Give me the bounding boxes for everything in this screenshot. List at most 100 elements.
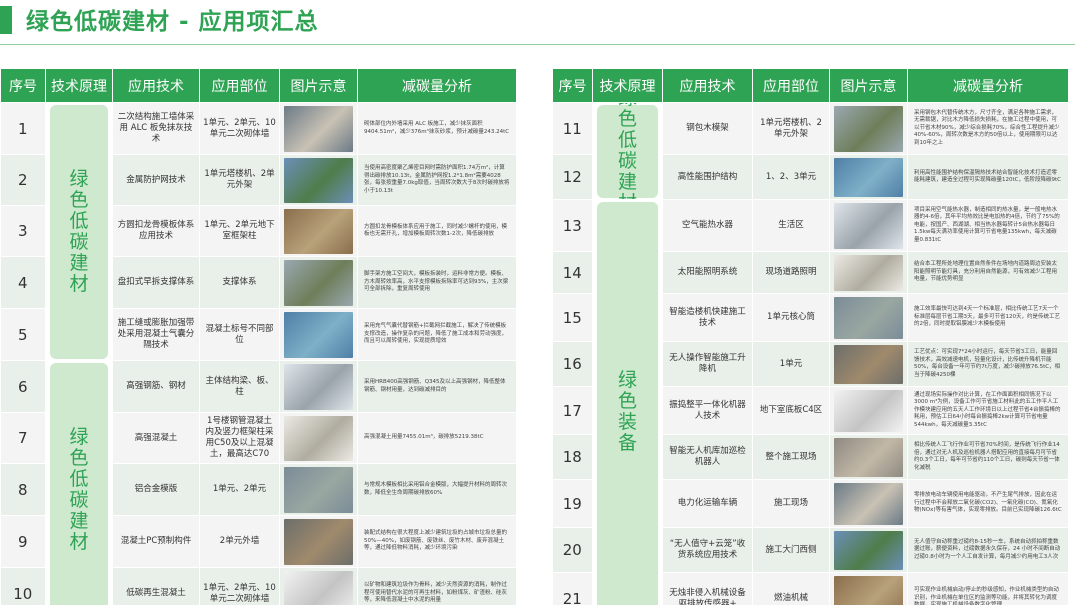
category-block: 绿色低碳建材 <box>50 362 108 605</box>
tech-name: 盘扣式早拆支撑体系 <box>112 256 200 309</box>
photo-cell <box>829 154 908 200</box>
tech-name: 振捣整平一体化机器人技术 <box>662 386 753 435</box>
row-number: 18 <box>552 434 593 480</box>
photo-cell <box>829 479 908 528</box>
photo-cell <box>829 572 908 605</box>
photo-cell <box>279 256 358 309</box>
header-part: 应用部位 <box>752 68 830 103</box>
photo-cell <box>829 251 908 294</box>
site-photo <box>284 415 353 461</box>
row-number: 1 <box>0 102 46 155</box>
header-image: 图片示意 <box>829 68 908 103</box>
site-photo <box>284 157 353 203</box>
row-number: 4 <box>0 256 46 309</box>
site-photo <box>834 105 903 152</box>
site-photo <box>284 363 353 410</box>
site-photo <box>834 575 903 605</box>
site-photo <box>284 518 353 565</box>
table-header-row: 序号 技术原理 应用技术 应用部位 图片示意 减碳量分析 <box>552 68 1069 103</box>
page-title: 绿色低碳建材 - 应用项汇总 <box>26 9 319 35</box>
title-accent-bar <box>0 6 12 34</box>
carbon-analysis: 结合本工程所处地理位置自然条件在场地内道路周边安装太阳能照明节能灯具，充分利用自… <box>907 251 1069 294</box>
photo-cell <box>829 341 908 387</box>
tech-name: 智能造楼机快建施工技术 <box>662 293 753 342</box>
application-part: 1、2、3单元 <box>752 154 830 200</box>
tech-name: 混凝土PC预制构件 <box>112 515 200 568</box>
application-part: 2单元外墙 <box>199 515 280 568</box>
site-photo <box>834 344 903 384</box>
tech-name: 方圆扣龙骨模板体系应用技术 <box>112 205 200 257</box>
tech-name: 高强混凝土 <box>112 412 200 464</box>
application-part: 1单元核心筒 <box>752 293 830 342</box>
photo-cell <box>279 102 358 155</box>
header-no: 序号 <box>0 68 46 103</box>
site-photo <box>834 296 903 339</box>
row-number: 16 <box>552 341 593 387</box>
tech-name: 二次结构施工墙体采用 ALC 板免抹灰技术 <box>112 102 200 155</box>
category-label: 绿色装备 <box>617 369 637 454</box>
photo-cell <box>279 205 358 257</box>
application-part: 1单元 <box>752 341 830 387</box>
site-photo <box>834 437 903 477</box>
tech-name: 智能无人机库加巡检机器人 <box>662 434 753 480</box>
header-tech: 应用技术 <box>112 68 200 103</box>
photo-cell <box>279 567 358 605</box>
photo-cell <box>829 527 908 573</box>
carbon-analysis: 采用HRB400高强钢筋、Q345及以上高强钢材，降低整体钢筋、钢材用量，达到碳… <box>357 360 517 413</box>
category-cell: 绿色低碳建材 <box>45 102 113 361</box>
application-part: 1单元、2单元 <box>199 463 280 516</box>
carbon-analysis: 采用充气气囊代替钢筋+拦截网拦截施工，解决了传统模板支撑改造，操作复杂的问题，降… <box>357 308 517 361</box>
header-analysis: 减碳量分析 <box>357 68 517 103</box>
site-photo <box>284 466 353 513</box>
carbon-analysis: 高强混凝土用量7455.01m³，碳排放5219.38tC <box>357 412 517 464</box>
carbon-analysis: 工艺优点：可实现7*24小时运行，每天节省3工日，能量回馈技术，高效减速电机，轻… <box>907 341 1069 387</box>
site-photo <box>284 570 353 605</box>
application-part: 施工大门西侧 <box>752 527 830 573</box>
row-number: 8 <box>0 463 46 516</box>
site-photo <box>284 208 353 254</box>
tech-name: 施工缝或膨胀加强带处采用混凝土气囊分隔技术 <box>112 308 200 361</box>
tech-name: “无人值守+云笼”收货系统应用技术 <box>662 527 753 573</box>
row-number: 12 <box>552 154 593 200</box>
site-photo <box>284 259 353 306</box>
row-number: 10 <box>0 567 46 605</box>
row-number: 20 <box>552 527 593 573</box>
tech-name: 高性能围护结构 <box>662 154 753 200</box>
carbon-analysis: 砌体部位内外墙采用 ALC 板施工，减少抹灰面积9404.51m²，减少376m… <box>357 102 517 155</box>
carbon-analysis: 与常规木模板相比采用铝合金模版，大幅提升材料的周转次数，降低全生命周期碳排放60… <box>357 463 517 516</box>
category-block: 绿色装备 <box>597 201 658 605</box>
row-number: 2 <box>0 154 46 206</box>
site-photo <box>834 254 903 291</box>
row-number: 7 <box>0 412 46 464</box>
tech-name: 低碳再生混凝土 <box>112 567 200 605</box>
application-part: 施工现场 <box>752 479 830 528</box>
category-label: 绿色低碳建材 <box>69 426 89 553</box>
row-number: 14 <box>552 251 593 294</box>
table-row: 1 绿色低碳建材 二次结构施工墙体采用 ALC 板免抹灰技术 1单元、2单元、10单元… <box>0 102 517 361</box>
photo-cell <box>279 308 358 361</box>
tech-name: 钢包木模架 <box>662 102 753 155</box>
carbon-analysis: 采用钢包木代替传统木方，尺寸齐全，满足各种施工需求，无需裁锯，对比木方降低损失损… <box>907 102 1069 155</box>
header-image: 图片示意 <box>279 68 358 103</box>
application-part: 1号楼钢管混凝土内及竖力框架柱采用C50及以上混凝土，最高达C70 <box>199 412 280 464</box>
carbon-analysis: 相比传统人工飞行作业可节省70%时间，是传统飞行作业14倍，通过对无人机及巡检机… <box>907 434 1069 480</box>
site-photo <box>834 530 903 570</box>
title-divider <box>0 44 1075 45</box>
left-summary-table: 序号 技术原理 应用技术 应用部位 图片示意 减碳量分析 1 绿色低碳建材 二次结构… <box>0 68 517 605</box>
tech-name: 金属防护网技术 <box>112 154 200 206</box>
application-part: 1单元、2单元、10单元二次砌体墙 <box>199 102 280 155</box>
carbon-analysis: 零排放电动车辆使用电能驱动，不产生尾气排放，因此在运行过程中不会释放二氧化碳(C… <box>907 479 1069 528</box>
carbon-analysis: 方圆扣龙骨模板体系应用于施工，同时减少螺杆的使用，模板也无需开孔，增加模板周转次… <box>357 205 517 257</box>
photo-cell <box>829 199 908 252</box>
carbon-analysis: 项目采用空气能热水器，制造相同的热水量，是一般电热水器的4-6倍，其年平均热效比… <box>907 199 1069 252</box>
photo-cell <box>279 515 358 568</box>
carbon-analysis: 以矿物和建筑垃圾作为骨料，减少天然资源的消耗，制作过程可使用替代水泥的可再生材料… <box>357 567 517 605</box>
application-part: 生活区 <box>752 199 830 252</box>
category-cell: 绿色装备 <box>592 199 663 605</box>
application-part: 支撑体系 <box>199 256 280 309</box>
row-number: 6 <box>0 360 46 413</box>
header-principle: 技术原理 <box>45 68 113 103</box>
tech-name: 电力化运输车辆 <box>662 479 753 528</box>
photo-cell <box>279 463 358 516</box>
application-part: 混凝土标号不同部位 <box>199 308 280 361</box>
